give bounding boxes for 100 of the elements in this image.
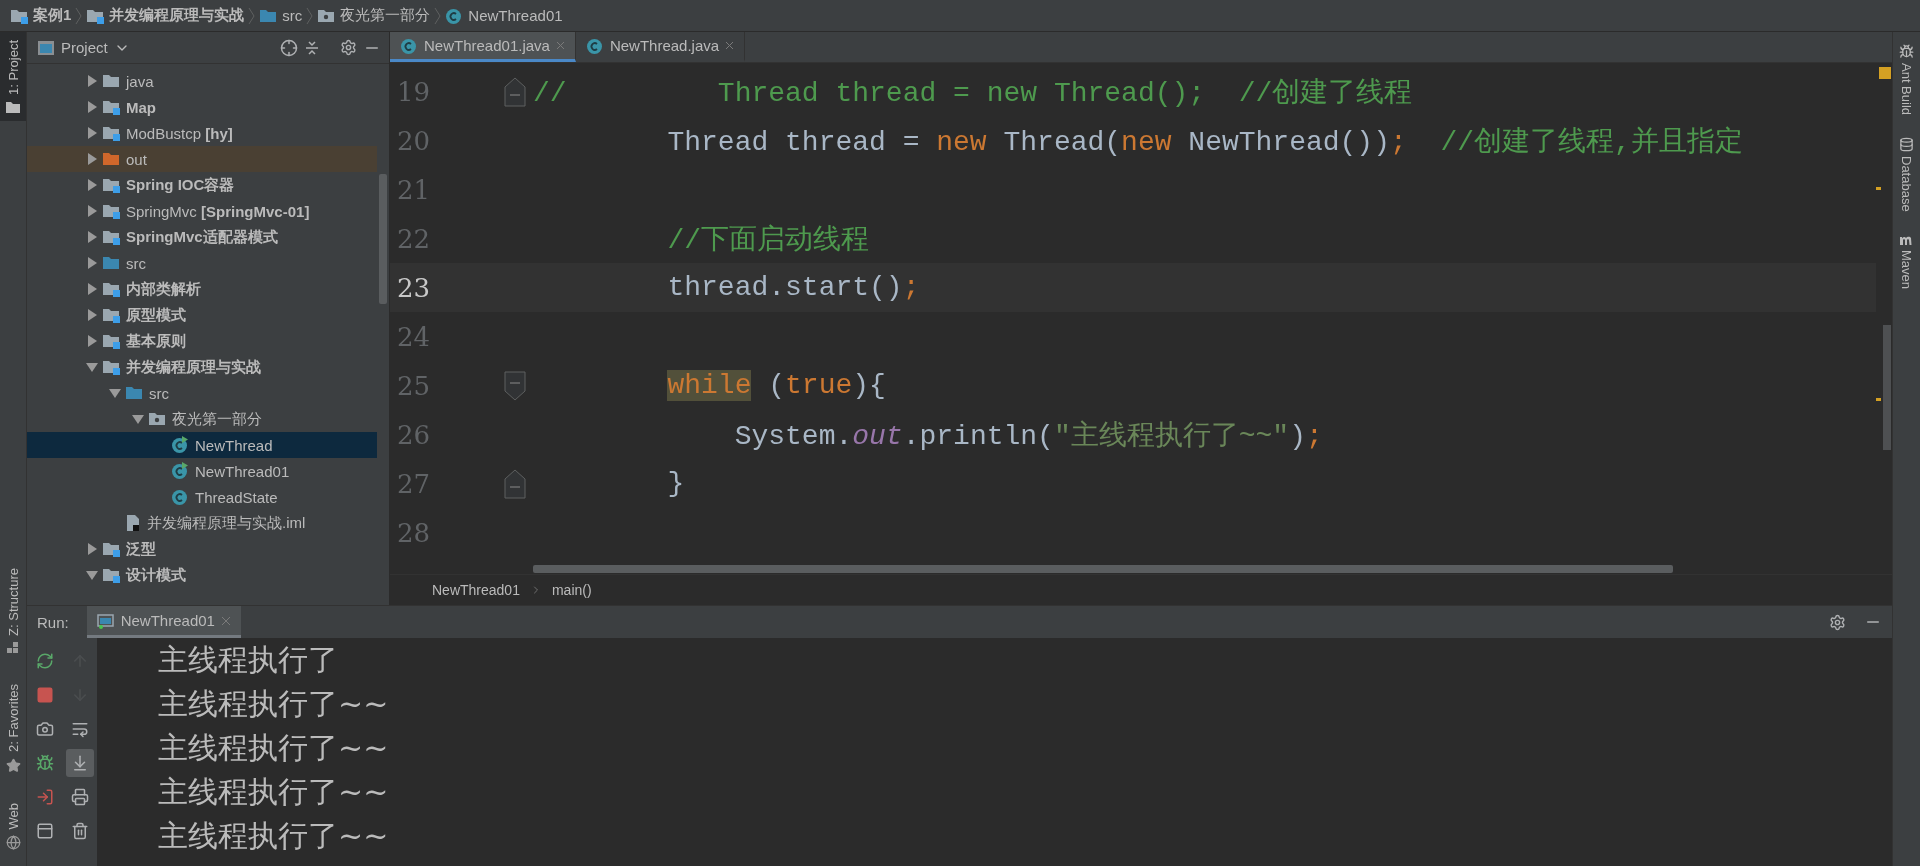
collapsed-arrow-icon[interactable]: [86, 75, 98, 87]
tree-item[interactable]: 并发编程原理与实战: [27, 354, 377, 380]
layout-icon[interactable]: [35, 822, 54, 840]
expanded-arrow-icon[interactable]: [109, 387, 121, 399]
tree-item[interactable]: Spring IOC容器: [27, 172, 377, 198]
tree-item[interactable]: SpringMvc适配器模式: [27, 224, 377, 250]
chevron-icon: [75, 6, 83, 25]
tool-window-tab[interactable]: Web: [0, 794, 26, 858]
tree-item[interactable]: java: [27, 68, 377, 94]
code-line: //下面启动线程: [666, 223, 871, 258]
editor-tab[interactable]: NewThread.java: [575, 32, 746, 62]
tool-window-tab[interactable]: Ant Build: [1899, 44, 1914, 116]
collapsed-arrow-icon[interactable]: [86, 231, 98, 243]
trash-icon[interactable]: [70, 822, 89, 840]
breadcrumb-item[interactable]: 并发编程原理与实战: [109, 6, 245, 25]
scrollbar-thumb[interactable]: [533, 565, 1673, 573]
tool-window-tab[interactable]: 1: Project: [0, 32, 26, 121]
console-line: 主线程执行了~~: [158, 684, 390, 723]
line-number: 22: [396, 223, 432, 254]
tree-item[interactable]: SpringMvc [SpringMvc-01]: [27, 198, 377, 224]
collapsed-arrow-icon[interactable]: [86, 543, 98, 555]
tree-item[interactable]: NewThread01: [27, 458, 377, 484]
soft-wrap-icon[interactable]: [70, 720, 89, 738]
tree-item[interactable]: ModBustcp [hy]: [27, 120, 377, 146]
runnable-class-icon: [171, 462, 189, 480]
collapsed-arrow-icon[interactable]: [86, 101, 98, 113]
module-folder-icon: [86, 7, 105, 24]
tree-item-label: 原型模式: [126, 305, 186, 325]
fold-marker-icon[interactable]: [504, 468, 526, 499]
globe-icon: [5, 835, 21, 850]
camera-icon[interactable]: [35, 720, 54, 738]
breadcrumb-item[interactable]: main(): [551, 582, 592, 598]
bug-icon[interactable]: [35, 754, 54, 772]
collapsed-arrow-icon[interactable]: [86, 205, 98, 217]
tool-window-tab[interactable]: 2: Favorites: [0, 675, 26, 781]
tool-window-tab[interactable]: Database: [1899, 137, 1914, 212]
tree-item[interactable]: out: [27, 146, 377, 172]
tree-item[interactable]: 夜光第一部分: [27, 406, 377, 432]
tree-item[interactable]: 设计模式: [27, 562, 377, 588]
folder-icon: [6, 100, 20, 113]
collapsed-arrow-icon[interactable]: [86, 153, 98, 165]
collapsed-arrow-icon[interactable]: [86, 127, 98, 139]
tree-item[interactable]: Map: [27, 94, 377, 120]
folder-icon: [102, 151, 120, 167]
collapsed-arrow-icon[interactable]: [86, 283, 98, 295]
star-icon: [5, 757, 21, 773]
breadcrumb-item[interactable]: src: [282, 7, 303, 24]
fold-marker-icon[interactable]: [504, 370, 526, 401]
collapsed-arrow-icon[interactable]: [86, 309, 98, 321]
tree-item[interactable]: 内部类解析: [27, 276, 377, 302]
editor-tab[interactable]: NewThread01.java: [390, 32, 576, 62]
folder-icon: [102, 73, 120, 89]
module-folder-icon: [102, 333, 120, 349]
module-folder-icon: [102, 177, 120, 193]
tree-item-label: java: [126, 72, 154, 90]
tree-item[interactable]: 泛型: [27, 536, 377, 562]
class-icon: [400, 36, 418, 55]
structure-icon: [7, 641, 19, 654]
tree-item[interactable]: 并发编程原理与实战.iml: [27, 510, 377, 536]
tree-item-label: 基本原则: [126, 331, 186, 351]
line-number: 27: [396, 468, 432, 499]
expanded-arrow-icon[interactable]: [86, 569, 98, 581]
module-folder-icon: [102, 541, 120, 557]
tool-window-tab[interactable]: Z: Structure: [0, 559, 26, 662]
tree-item[interactable]: 原型模式: [27, 302, 377, 328]
panel-title[interactable]: Project: [61, 39, 108, 56]
folder-icon: [259, 7, 278, 24]
tool-window-tab[interactable]: Maven: [1898, 233, 1915, 289]
line-number: 26: [396, 419, 432, 450]
scrollbar-thumb[interactable]: [1883, 325, 1891, 450]
module-folder-icon: [102, 307, 120, 323]
breadcrumb-item[interactable]: 夜光第一部分: [340, 6, 431, 25]
locate-icon[interactable]: [280, 38, 298, 57]
fold-marker-icon[interactable]: [504, 76, 526, 107]
expanded-arrow-icon[interactable]: [86, 361, 98, 373]
module-folder-icon: [102, 359, 120, 375]
breadcrumb-item[interactable]: NewThread01: [468, 7, 563, 24]
breadcrumb-item[interactable]: NewThread01: [432, 582, 520, 598]
collapsed-arrow-icon[interactable]: [86, 335, 98, 347]
expanded-arrow-icon[interactable]: [132, 413, 144, 425]
print-icon[interactable]: [70, 788, 89, 806]
tree-item[interactable]: ThreadState: [27, 484, 377, 510]
module-folder-icon: [102, 229, 120, 245]
run-tab[interactable]: NewThread01: [86, 606, 241, 638]
rerun-icon[interactable]: [35, 652, 54, 670]
exit-icon[interactable]: [35, 788, 54, 806]
close-icon[interactable]: [725, 41, 735, 50]
collapsed-arrow-icon[interactable]: [86, 257, 98, 269]
settings-icon[interactable]: [340, 39, 357, 56]
scrollbar-thumb[interactable]: [379, 174, 387, 304]
tree-item[interactable]: src: [27, 380, 377, 406]
breadcrumb-item[interactable]: 案例1: [33, 6, 72, 25]
settings-icon[interactable]: [1829, 613, 1846, 631]
collapse-all-icon[interactable]: [304, 39, 320, 56]
tree-item[interactable]: NewThread: [27, 432, 377, 458]
stop-icon[interactable]: [35, 686, 54, 704]
collapsed-arrow-icon[interactable]: [86, 179, 98, 191]
tree-item[interactable]: 基本原则: [27, 328, 377, 354]
tree-item[interactable]: src: [27, 250, 377, 276]
class-icon: [445, 6, 464, 25]
